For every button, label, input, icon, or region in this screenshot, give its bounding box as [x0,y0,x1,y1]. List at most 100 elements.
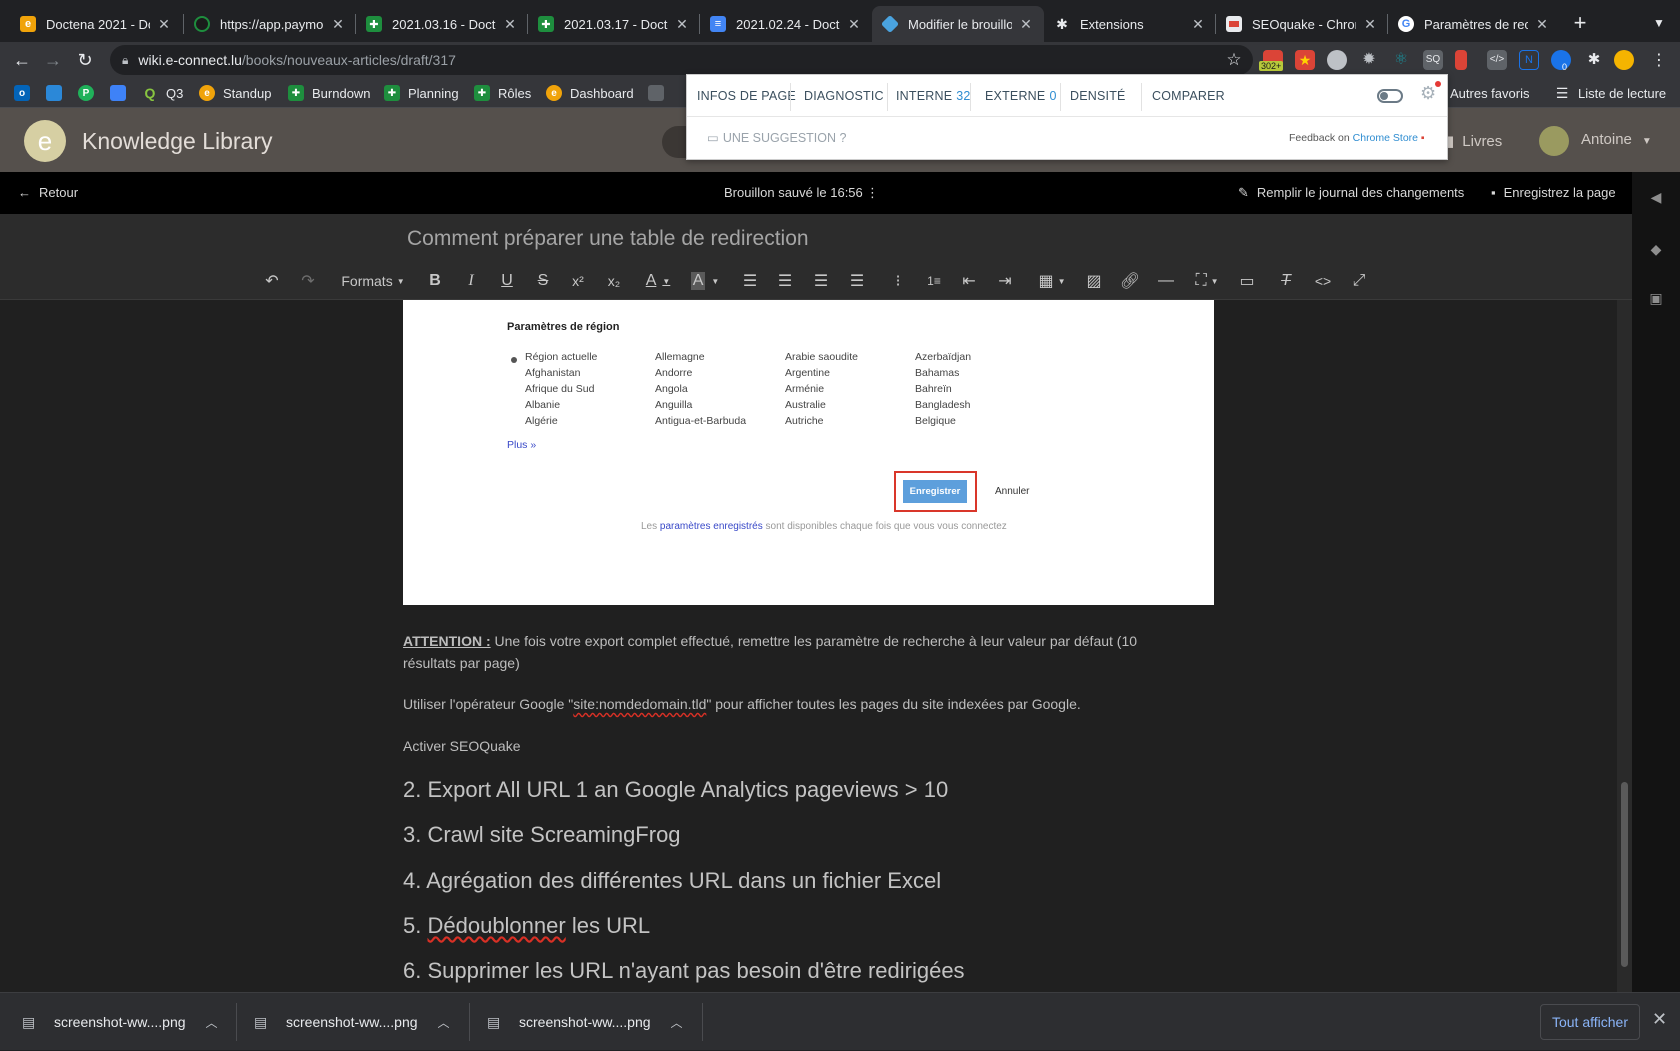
content-scrollbar[interactable] [1617,300,1632,992]
close-icon[interactable]: ✕ [674,16,690,33]
align-right-icon[interactable]: ☰ [811,270,831,292]
seoquake-suggestion[interactable]: ▭ UNE SUGGESTION ? [707,130,846,145]
table-icon[interactable]: ▦ ▼ [1036,270,1068,292]
align-center-icon[interactable]: ☰ [775,270,795,292]
draft-menu-icon[interactable]: ⋮ [866,185,879,201]
avatar[interactable] [1539,126,1569,156]
download-item[interactable]: ▤ screenshot-ww....png ︿ [487,993,683,1051]
formats-dropdown[interactable]: Formats ▼ [340,270,406,292]
save-page-button[interactable]: ▪ Enregistrez la page [1491,185,1616,200]
tab-sheet-2021-03-17[interactable]: ✚ 2021.03.17 - Docte ✕ [528,6,700,42]
fullscreen-icon[interactable]: ⤢ [1349,270,1369,292]
image-icon[interactable]: ▨ [1084,270,1104,292]
seoquake-paragraph[interactable]: Activer SEOQuake [403,735,1193,757]
seoquake-settings-gear-icon[interactable]: ⚙ [1420,83,1436,104]
align-justify-icon[interactable]: ☰ [847,270,867,292]
close-icon[interactable]: ✕ [846,16,862,33]
bold-icon[interactable]: B [425,270,445,292]
tab-search-icon[interactable]: ▼ [1645,9,1673,37]
attention-paragraph[interactable]: ATTENTION : Une fois votre export comple… [403,630,1193,674]
link-icon[interactable]: 🔗︎ [1120,270,1140,292]
scrollbar-thumb[interactable] [1621,782,1628,967]
numbered-list-icon[interactable]: 1≡ [924,270,944,292]
bookmark-planning[interactable]: ✚ Planning [384,83,459,103]
seoquake-toggle[interactable] [1377,89,1403,103]
page-title-input[interactable]: Comment préparer une table de redirectio… [407,227,809,251]
user-menu[interactable]: Antoine ▼ [1581,131,1652,148]
seo-tab-infos[interactable]: INFOS DE PAGE [697,89,796,103]
collapse-icon[interactable]: ◀ [1648,189,1664,205]
close-icon[interactable]: ✕ [1018,16,1034,33]
extension-n-icon[interactable]: N [1519,50,1539,70]
step-heading-5[interactable]: 5. Dédoublonner les URL [403,913,650,939]
bookmark-star-icon[interactable]: ☆ [1220,46,1248,74]
strikethrough-icon[interactable]: S [533,270,553,292]
extension-blue-icon[interactable] [1551,50,1571,70]
close-icon[interactable]: ✕ [1534,16,1550,33]
extension-bottle-icon[interactable] [1455,50,1467,70]
seoquake-extension-icon[interactable]: SQ [1423,50,1443,70]
outdent-icon[interactable]: ⇤ [959,270,979,292]
italic-icon[interactable]: I [461,270,481,292]
tab-modifier-le-brouillon[interactable]: Modifier le brouillon ✕ [872,6,1044,42]
address-bar[interactable]: 🔒︎ wiki.e-connect.lu /books/nouveaux-art… [110,45,1253,75]
chevron-up-icon[interactable]: ︿ [438,1014,450,1031]
text-color-icon[interactable]: A ▼ [641,270,675,292]
seo-tab-diagnostic[interactable]: DIAGNOSTIC [804,89,884,103]
show-all-downloads-button[interactable]: Tout afficher [1540,1004,1640,1040]
new-tab-button[interactable]: + [1566,9,1594,37]
site-logo[interactable]: e [24,120,66,162]
redo-icon[interactable]: ↷ [298,270,318,292]
bookmark-cube[interactable] [110,83,134,103]
editor-content[interactable]: Paramètres de région Région actuelle Afg… [0,300,1617,992]
align-left-icon[interactable]: ☰ [740,270,760,292]
menu-dots-icon[interactable]: ⋮ [1645,46,1673,74]
step-heading-4[interactable]: 4. Agrégation des différentes URL dans u… [403,868,941,894]
bookmark-roles[interactable]: ✚ Rôles [474,83,531,103]
chevron-up-icon[interactable]: ︿ [671,1014,683,1031]
close-icon[interactable]: ✕ [156,16,172,33]
media-icon[interactable]: ▭ [1237,270,1257,292]
other-bookmarks[interactable]: Autres favoris [1450,83,1529,103]
profile-avatar[interactable] [1614,50,1634,70]
close-icon[interactable]: ✕ [1190,16,1206,33]
bookmark-standup[interactable]: e Standup [199,83,271,103]
bookmark-teams[interactable] [46,83,70,103]
step-heading-6[interactable]: 6. Supprimer les URL n'ayant pas besoin … [403,958,965,984]
underline-icon[interactable]: U [497,270,517,292]
subscript-icon[interactable]: x₂ [604,270,624,292]
close-icon[interactable]: ✕ [502,16,518,33]
reload-icon[interactable]: ↻ [71,46,99,74]
close-icon[interactable]: ✕ [1362,16,1378,33]
seo-tab-interne[interactable]: INTERNE 32 [896,89,971,103]
back-arrow-icon[interactable]: ← [8,46,36,74]
download-item[interactable]: ▤ screenshot-ww....png ︿ [254,993,450,1051]
source-code-icon[interactable]: <> [1313,270,1333,292]
step-heading-2[interactable]: 2. Export All URL 1 an Google Analytics … [403,777,948,803]
extension-code-icon[interactable]: </> [1487,50,1507,70]
seo-tab-densite[interactable]: DENSITÉ [1070,89,1126,103]
site-title[interactable]: Knowledge Library [82,128,273,155]
books-link[interactable]: ▮ Livres [1446,132,1502,150]
superscript-icon[interactable]: x² [568,270,588,292]
bullet-list-icon[interactable]: ⁝ [888,270,908,292]
close-icon[interactable]: ✕ [1652,1009,1667,1030]
forward-arrow-icon[interactable]: → [39,46,67,74]
undo-icon[interactable]: ↶ [262,270,282,292]
tab-seoquake[interactable]: SEOquake - Chrom ✕ [1216,6,1388,42]
extension-disc-icon[interactable] [1327,50,1347,70]
chrome-store-link[interactable]: Chrome Store [1353,132,1418,144]
bookmark-burndown[interactable]: ✚ Burndown [288,83,371,103]
tab-paymo[interactable]: https://app.paymo ✕ [184,6,356,42]
seo-tab-externe[interactable]: EXTERNE 0 [985,89,1057,103]
tab-doc-2021-02-24[interactable]: ≡ 2021.02.24 - Docte ✕ [700,6,872,42]
chevron-up-icon[interactable]: ︿ [206,1014,218,1031]
extension-gear-icon[interactable]: ✹ [1359,50,1379,70]
back-button[interactable]: ← Retour [18,185,78,200]
extension-star-icon[interactable]: ★ [1295,50,1315,70]
changelog-button[interactable]: ✎ Remplir le journal des changements [1238,185,1464,201]
horizontal-rule-icon[interactable]: — [1156,270,1176,292]
drawing-icon[interactable]: ⛶ ▼ [1191,270,1223,292]
close-icon[interactable]: ✕ [330,16,346,33]
bookmark-outlook[interactable]: o [14,83,38,103]
